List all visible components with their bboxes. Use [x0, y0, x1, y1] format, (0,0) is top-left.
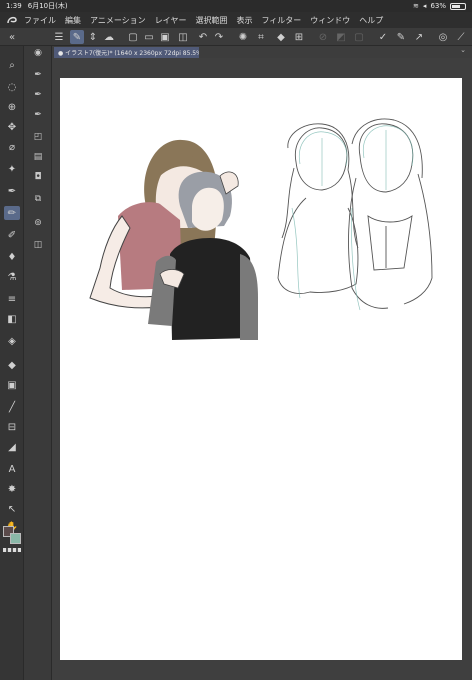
location-icon: ◂ — [422, 2, 427, 10]
menu-selection[interactable]: 選択範囲 — [195, 15, 227, 26]
pen-tool-icon[interactable]: ✏ — [4, 206, 20, 220]
menu-window[interactable]: ウィンドウ — [310, 15, 350, 26]
menu-layer[interactable]: レイヤー — [155, 15, 187, 26]
menu-animation[interactable]: アニメーション — [90, 15, 146, 26]
line-icon[interactable]: ╱ — [4, 400, 20, 414]
pencil-icon[interactable]: ✐ — [4, 228, 20, 242]
zoom-icon[interactable]: ⌕ — [4, 58, 20, 72]
crop-icon[interactable]: ⌗ — [254, 30, 268, 44]
layer-stack-icon[interactable]: ⧉ — [30, 192, 46, 206]
lasso-icon[interactable]: ◌ — [4, 80, 20, 94]
bucket-icon[interactable]: ◆ — [4, 358, 20, 372]
eyedropper-icon[interactable]: ⌀ — [4, 140, 20, 154]
pointer-icon[interactable]: ↖ — [4, 502, 20, 516]
airbrush-icon[interactable]: ⚗ — [4, 270, 20, 284]
layer-add-icon[interactable]: ◰ — [30, 130, 46, 144]
sub-tool-menu-icon[interactable]: ◉ — [30, 46, 46, 60]
document-tab-bar: ● イラスト7(復元)* (1640 x 2360px 72dpi 85.5%)… — [52, 46, 472, 58]
cloud-icon[interactable]: ☁ — [102, 30, 116, 44]
menu-help[interactable]: ヘルプ — [359, 15, 383, 26]
pen-sub-icon[interactable]: ✒ — [30, 108, 46, 122]
chevron-down-icon[interactable]: ⌄ — [460, 46, 466, 54]
snap-icon[interactable]: ✎ — [70, 30, 84, 44]
battery-percent: 63% — [430, 2, 446, 10]
open-icon[interactable]: ▭ — [142, 30, 156, 44]
status-date: 6月10日(木) — [27, 2, 68, 10]
layer-set-icon[interactable]: ⊚ — [30, 216, 46, 230]
menu-edit[interactable]: 編集 — [65, 15, 81, 26]
app-logo-icon[interactable] — [0, 12, 24, 28]
pen-icon[interactable]: ✎ — [394, 30, 408, 44]
select-icon[interactable]: ◩ — [334, 30, 348, 44]
menu-filter[interactable]: フィルター — [261, 15, 301, 26]
blend-icon[interactable]: ≡ — [4, 292, 20, 306]
burst-icon[interactable]: ✸ — [4, 482, 20, 496]
save-icon[interactable]: ▣ — [158, 30, 172, 44]
text-icon[interactable]: A — [4, 462, 20, 476]
brush-icon[interactable]: ♦ — [4, 250, 20, 264]
battery-icon — [450, 2, 466, 10]
deselect-icon[interactable]: ▢ — [352, 30, 366, 44]
drawing-canvas[interactable] — [60, 78, 462, 660]
menu-view[interactable]: 表示 — [236, 15, 252, 26]
pen-sub-icon[interactable]: ✒ — [30, 88, 46, 102]
menu-bar: ファイル 編集 アニメーション レイヤー 選択範囲 表示 フィルター ウィンドウ… — [0, 12, 472, 28]
sketch-figures — [277, 118, 433, 309]
redo-icon[interactable]: ↷ — [212, 30, 226, 44]
updown-icon[interactable]: ⇕ — [86, 30, 100, 44]
ruler-icon[interactable]: ⊞ — [292, 30, 306, 44]
pen-check-icon[interactable]: ✓ — [376, 30, 390, 44]
pen-sub-icon[interactable]: ✒ — [30, 68, 46, 82]
status-time: 1:39 — [6, 2, 22, 10]
menu-file[interactable]: ファイル — [24, 15, 56, 26]
tool-palette: ⌕ ◌ ⊕ ✥ ⌀ ✦ ✒ ✏ ✐ ♦ ⚗ ≡ ◧ ◈ ◆ ▣ ╱ ⊟ ◢ A … — [0, 46, 24, 680]
move-layer-icon[interactable]: ⊕ — [4, 100, 20, 114]
status-bar: 1:39 6月10日(木) ≋ ◂ 63% — [0, 0, 472, 12]
sub-color-swatch[interactable] — [10, 533, 21, 544]
more-icon[interactable]: ◎ — [436, 30, 450, 44]
magic-wand-icon[interactable]: ✦ — [4, 162, 20, 176]
blur-icon[interactable]: ◈ — [4, 334, 20, 348]
transform-icon[interactable]: ↗ — [412, 30, 426, 44]
menu-icon[interactable]: ☰ — [52, 30, 66, 44]
layer-clip-icon[interactable]: ◫ — [30, 238, 46, 252]
wifi-icon: ≋ — [413, 2, 419, 10]
brush-settings-icon[interactable]: ⟋ — [454, 30, 468, 44]
eraser-icon[interactable]: ◧ — [4, 312, 20, 326]
artwork — [89, 118, 433, 340]
gradient-icon[interactable]: ▣ — [4, 378, 20, 392]
collapse-left-icon[interactable]: « — [5, 30, 19, 44]
undo-icon[interactable]: ↶ — [196, 30, 210, 44]
frame-icon[interactable]: ⊟ — [4, 420, 20, 434]
battery-fill — [452, 4, 460, 8]
command-bar: « ☰ ✎ ⇕ ☁ ▢ ▭ ▣ ◫ ↶ ↷ ✺ ⌗ ◆ ⊞ ⊘ ◩ ▢ ✓ ✎ … — [0, 28, 472, 46]
export-icon[interactable]: ◫ — [176, 30, 190, 44]
new-icon[interactable]: ▢ — [126, 30, 140, 44]
ruler-tool-icon[interactable]: ◢ — [4, 440, 20, 454]
move-icon[interactable]: ✥ — [4, 120, 20, 134]
transparent-color-icon[interactable] — [3, 548, 21, 552]
document-tab[interactable]: ● イラスト7(復元)* (1640 x 2360px 72dpi 85.5%) — [54, 47, 199, 58]
spinner-icon[interactable]: ✺ — [236, 30, 250, 44]
sub-tool-palette: ◉ ✒ ✒ ✒ ◰ ▤ ◘ ⧉ ⊚ ◫ — [24, 46, 52, 680]
layer-copy-icon[interactable]: ▤ — [30, 150, 46, 164]
fill-icon[interactable]: ◆ — [274, 30, 288, 44]
layer-mask-icon[interactable]: ◘ — [30, 170, 46, 184]
picker-icon[interactable]: ✒ — [4, 184, 20, 198]
layer-icon[interactable]: ⊘ — [316, 30, 330, 44]
